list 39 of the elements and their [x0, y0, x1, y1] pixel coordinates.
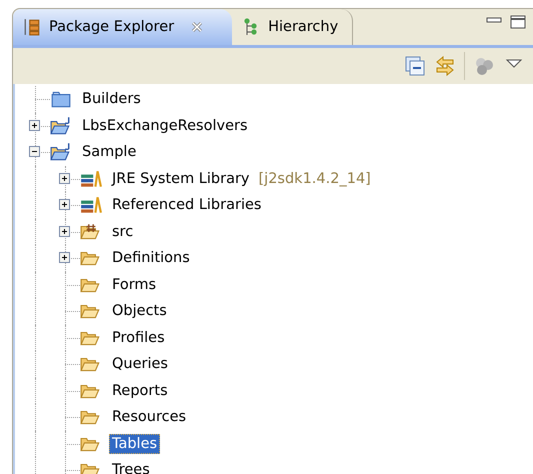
books-icon [80, 170, 102, 188]
maximize-icon[interactable] [509, 15, 527, 29]
folder-icon [80, 461, 102, 474]
tree-item[interactable]: Tables [109, 434, 160, 454]
tree-item[interactable]: Profiles [109, 328, 168, 348]
tree-item[interactable]: Sample [79, 142, 140, 162]
folder-icon [80, 302, 102, 320]
view-tab[interactable]: Hierarchy [232, 9, 354, 45]
project-folder-icon [50, 143, 72, 162]
tree-item[interactable]: JRE System Library [109, 168, 253, 189]
tree-item[interactable]: Objects [109, 301, 170, 322]
package-tree-icon [23, 18, 41, 36]
tree-item[interactable]: LbsExchangeResolvers [79, 116, 251, 136]
tree-item[interactable]: Forms [109, 274, 160, 295]
tree-item[interactable]: Builders [79, 89, 144, 110]
tree-item[interactable]: Resources [109, 407, 190, 428]
package-folder-icon [80, 222, 102, 241]
folder-icon [80, 355, 102, 374]
expand-icon[interactable] [59, 172, 70, 184]
collapse-all-icon[interactable] [404, 55, 426, 77]
tree-item[interactable]: Reports [109, 380, 171, 401]
folder-icon [50, 90, 72, 108]
expand-icon[interactable] [59, 252, 70, 263]
expand-icon[interactable] [29, 120, 40, 130]
books-icon [80, 196, 102, 214]
tree-item[interactable]: Definitions [109, 248, 193, 268]
close-icon[interactable] [190, 20, 204, 34]
folder-icon [80, 408, 102, 426]
expand-icon[interactable] [59, 199, 70, 210]
tree-item[interactable]: Queries [109, 354, 171, 374]
tree-item[interactable]: src [109, 222, 136, 242]
tree-item[interactable]: Referenced Libraries [109, 195, 264, 216]
collapse-icon[interactable] [29, 146, 40, 157]
version-label: [j2sdk1.4.2_14] [258, 170, 371, 187]
sync-arrows-icon[interactable] [434, 55, 456, 77]
expand-icon[interactable] [59, 226, 70, 236]
folder-icon [80, 249, 102, 268]
view-tab[interactable]: Package Explorer [13, 9, 232, 45]
project-folder-icon [50, 116, 72, 135]
